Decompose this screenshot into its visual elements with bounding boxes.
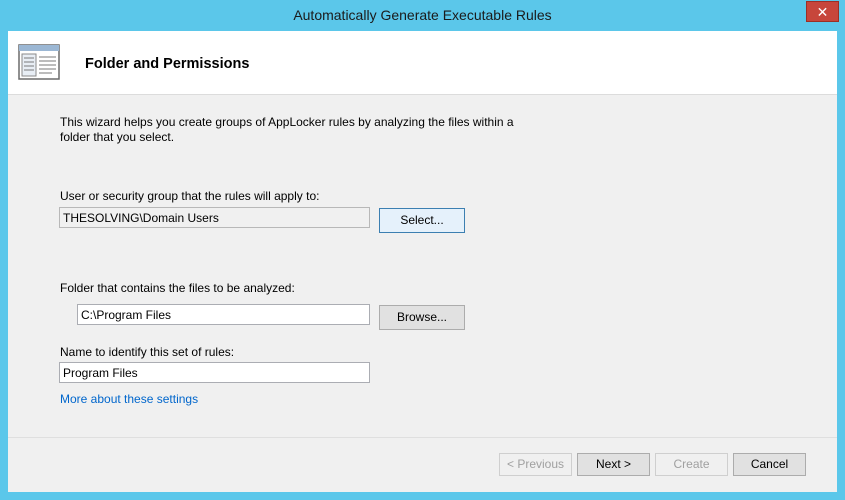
wizard-window-icon — [18, 44, 60, 80]
folder-field[interactable]: C:\Program Files — [77, 304, 370, 325]
select-button[interactable]: Select... — [379, 208, 465, 233]
wizard-header: Folder and Permissions — [8, 31, 837, 95]
user-group-label: User or security group that the rules wi… — [60, 189, 320, 203]
title-bar[interactable]: Automatically Generate Executable Rules … — [0, 0, 845, 31]
user-group-field[interactable]: THESOLVING\Domain Users — [59, 207, 370, 228]
create-button[interactable]: Create — [655, 453, 728, 476]
wizard-client-area: Folder and Permissions This wizard helps… — [8, 31, 837, 492]
next-button[interactable]: Next > — [577, 453, 650, 476]
window-title: Automatically Generate Executable Rules — [293, 7, 552, 23]
intro-text: This wizard helps you create groups of A… — [60, 115, 514, 144]
more-settings-link[interactable]: More about these settings — [60, 392, 198, 406]
rule-name-field[interactable]: Program Files — [59, 362, 370, 383]
folder-label: Folder that contains the files to be ana… — [60, 281, 295, 295]
browse-button[interactable]: Browse... — [379, 305, 465, 330]
footer-divider — [8, 437, 837, 438]
close-icon: ✕ — [816, 4, 829, 20]
close-button[interactable]: ✕ — [806, 1, 839, 22]
rule-name-label: Name to identify this set of rules: — [60, 345, 235, 359]
previous-button[interactable]: < Previous — [499, 453, 572, 476]
cancel-button[interactable]: Cancel — [733, 453, 806, 476]
wizard-window: Automatically Generate Executable Rules … — [0, 0, 845, 500]
page-title: Folder and Permissions — [85, 56, 250, 72]
